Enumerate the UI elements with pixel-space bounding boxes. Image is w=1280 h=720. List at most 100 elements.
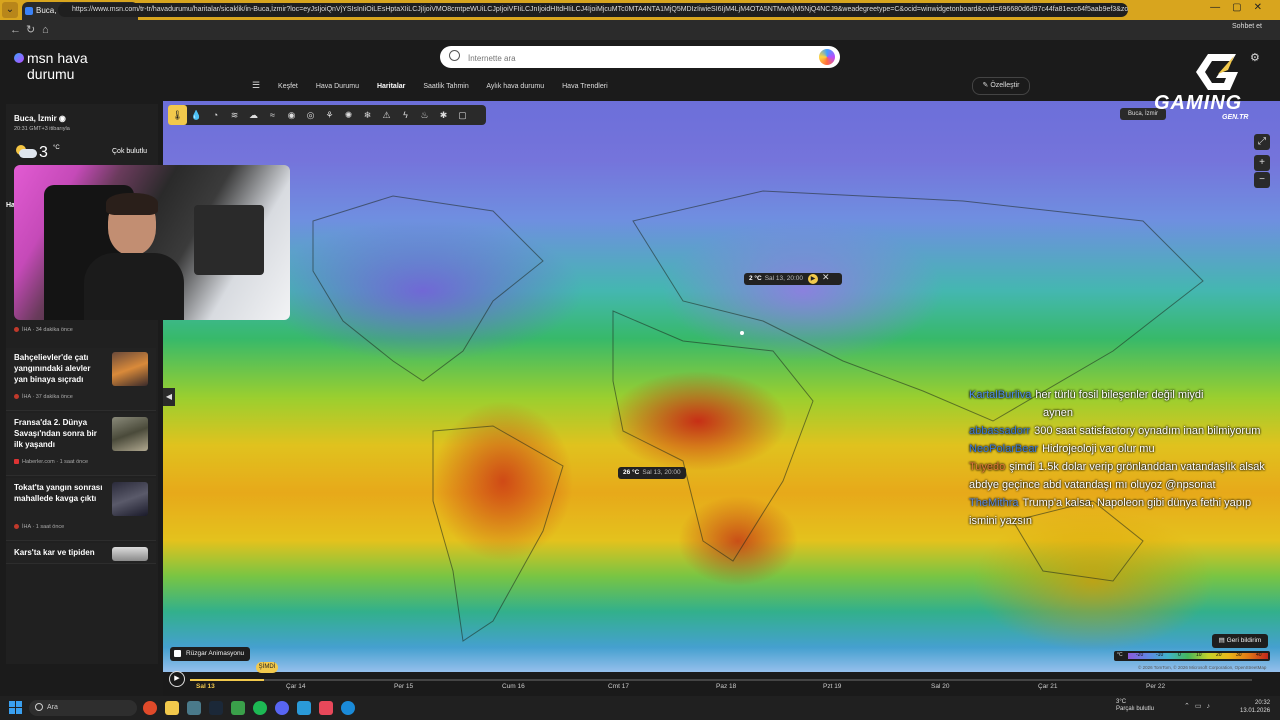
news-card[interactable]: Bahçelievler'de çatı yangınındaki alevle…	[6, 348, 156, 411]
news-source: İHA · 37 dakika önce	[14, 394, 73, 400]
windows-start-icon[interactable]	[9, 701, 22, 714]
alert-layer-icon[interactable]: ⚠	[377, 105, 396, 125]
timeline-day[interactable]: Pzt 19	[823, 683, 841, 690]
zoom-in-button[interactable]: +	[1254, 155, 1270, 171]
system-tray-icons[interactable]: ⌃▭♪	[1184, 702, 1215, 710]
copilot-icon[interactable]	[819, 49, 835, 65]
chat-message: Tuyedo şimdi 1.5k dolar verip grönlanddan…	[969, 461, 1265, 491]
window-controls[interactable]: —▢✕	[1210, 2, 1274, 13]
refresh-icon[interactable]: ↻	[26, 20, 35, 40]
tab-actions-menu-button[interactable]: ⌄	[2, 2, 18, 18]
nav-monthly[interactable]: Aylık hava durumu	[486, 83, 544, 90]
chat-message: TheMithra Trump'a kalsa, Napoleon gibi dü…	[969, 497, 1252, 527]
chat-message: KartalBurliva her türlü fosil bileşenler …	[969, 389, 1204, 401]
taskbar-search[interactable]: Ara	[29, 700, 137, 716]
hamburger-menu-icon[interactable]: ☰	[252, 80, 260, 90]
app-icon[interactable]	[187, 701, 201, 715]
home-icon[interactable]: ⌂	[42, 20, 49, 40]
fire-layer-icon[interactable]: ♨	[415, 105, 434, 125]
tooltip-play-icon[interactable]: ▶	[808, 274, 818, 284]
discord-icon[interactable]	[275, 701, 289, 715]
map-layer-toolbar: 🌡 💧 ◔ ≋ ☁ ≈ ◉ ◎ ⚘ ✺ ❄ ⚠ ϟ ♨ ✱ ▢	[168, 105, 486, 125]
earthquake-layer-icon[interactable]: ✱	[434, 105, 453, 125]
temperature-layer-icon[interactable]: 🌡	[168, 105, 187, 125]
timeline-day[interactable]: Per 22	[1146, 683, 1165, 690]
timeline-day[interactable]: Cum 16	[502, 683, 525, 690]
news-source: Haberler.com · 1 saat önce	[14, 459, 88, 465]
back-icon[interactable]: ←	[10, 20, 21, 40]
location-marker	[740, 331, 744, 335]
nav-maps[interactable]: Haritalar	[377, 83, 405, 90]
legend-label: 30	[1236, 652, 1242, 658]
timeline-day[interactable]: Per 15	[394, 683, 413, 690]
report-layer-icon[interactable]: ▢	[453, 105, 472, 125]
cloud-layer-icon[interactable]: ☁	[244, 105, 263, 125]
location-pin-icon: ◉	[58, 114, 66, 123]
copilot-chat-button[interactable]: Sohbet et	[1232, 23, 1262, 30]
file-explorer-icon[interactable]	[165, 701, 179, 715]
collapse-sidebar-chevron-icon[interactable]: ◀	[163, 388, 175, 406]
feedback-icon: ▤	[1218, 637, 1225, 644]
feedback-button[interactable]: ▤ Geri bildirim	[1212, 634, 1268, 648]
nav-weather[interactable]: Hava Durumu	[316, 83, 359, 90]
zoom-out-button[interactable]: −	[1254, 172, 1270, 188]
snow-layer-icon[interactable]: ❄	[358, 105, 377, 125]
now-marker: ŞİMDİ	[256, 662, 278, 673]
search-box[interactable]	[440, 46, 840, 70]
lightning-layer-icon[interactable]: ϟ	[396, 105, 415, 125]
precipitation-layer-icon[interactable]: 💧	[187, 105, 206, 125]
telegram-icon[interactable]	[297, 701, 311, 715]
pollen-layer-icon[interactable]: ⚘	[320, 105, 339, 125]
app-icon[interactable]	[319, 701, 333, 715]
news-title: Fransa'da 2. Dünya Savaşı'ndan sonra bir…	[14, 418, 97, 449]
timeline-day[interactable]: Çar 21	[1038, 683, 1058, 690]
chat-message: aynen	[1043, 407, 1073, 419]
news-thumbnail	[112, 482, 148, 516]
nav-trends[interactable]: Hava Trendleri	[562, 83, 608, 90]
chrome-app-icon[interactable]	[143, 701, 157, 715]
wind-animation-toggle[interactable]: Rüzgar Animasyonu	[170, 647, 250, 661]
news-card[interactable]: Kars'ta kar ve tipiden	[6, 543, 156, 564]
timeline-progress	[190, 679, 265, 681]
temp-unit: °C	[53, 145, 60, 151]
chat-message: NeoPolarBear Hidrojeoloji var olur mu	[969, 443, 1155, 455]
edge-icon[interactable]	[341, 701, 355, 715]
timeline-day[interactable]: Paz 18	[716, 683, 736, 690]
news-card[interactable]: Fransa'da 2. Dünya Savaşı'ndan sonra bir…	[6, 413, 156, 476]
nav-explore[interactable]: Keşfet	[278, 83, 298, 90]
app-icon[interactable]	[231, 701, 245, 715]
timeline-day[interactable]: Sal 20	[931, 683, 949, 690]
humidity-layer-icon[interactable]: ≈	[263, 105, 282, 125]
timeline-day[interactable]: Sal 13	[196, 683, 215, 690]
stream-chat-overlay: KartalBurliva her türlü fosil bileşenler …	[969, 386, 1269, 530]
news-card[interactable]: Tokat'ta yangın sonrası mahallede kavga …	[6, 478, 156, 541]
tray-weather[interactable]: 3°C Parçalı bulutlu	[1116, 699, 1154, 713]
news-title: Tokat'ta yangın sonrası mahallede kavga …	[14, 483, 103, 503]
steam-icon[interactable]	[209, 701, 223, 715]
map-credit: © 2026 TomTom, © 2026 Microsoft Corporat…	[1138, 665, 1267, 670]
streamer-hair	[106, 193, 158, 215]
wind-layer-icon[interactable]: ≋	[225, 105, 244, 125]
taskbar-clock[interactable]: 20:32 13.01.2026	[1240, 699, 1270, 715]
msn-butterfly-icon	[14, 53, 24, 63]
fullscreen-icon[interactable]: ⤢	[1254, 134, 1270, 150]
search-input[interactable]	[466, 46, 810, 70]
legend-label: °C	[1117, 652, 1123, 658]
hurricane-layer-icon[interactable]: ✺	[339, 105, 358, 125]
news-thumbnail	[112, 352, 148, 386]
streamer-body	[84, 253, 184, 320]
timeline-day[interactable]: Çar 14	[286, 683, 306, 690]
radar-layer-icon[interactable]: ◔	[206, 105, 225, 125]
url-field[interactable]: https://www.msn.com/tr-tr/havadurumu/har…	[58, 3, 1128, 17]
checkbox-icon	[174, 650, 181, 657]
timeline-track[interactable]	[190, 679, 1252, 681]
pressure-layer-icon[interactable]: ◎	[301, 105, 320, 125]
play-animation-button[interactable]: ▶	[169, 671, 185, 687]
tooltip-close-icon[interactable]: ✕	[822, 272, 830, 283]
spotify-icon[interactable]	[253, 701, 267, 715]
nav-hourly[interactable]: Saatlik Tahmin	[423, 83, 468, 90]
timeline-day[interactable]: Cmt 17	[608, 683, 629, 690]
msn-weather-logo[interactable]: msn hava durumu	[14, 50, 88, 82]
visibility-layer-icon[interactable]: ◉	[282, 105, 301, 125]
personalize-button[interactable]: ✎ Özelleştir	[972, 77, 1030, 95]
